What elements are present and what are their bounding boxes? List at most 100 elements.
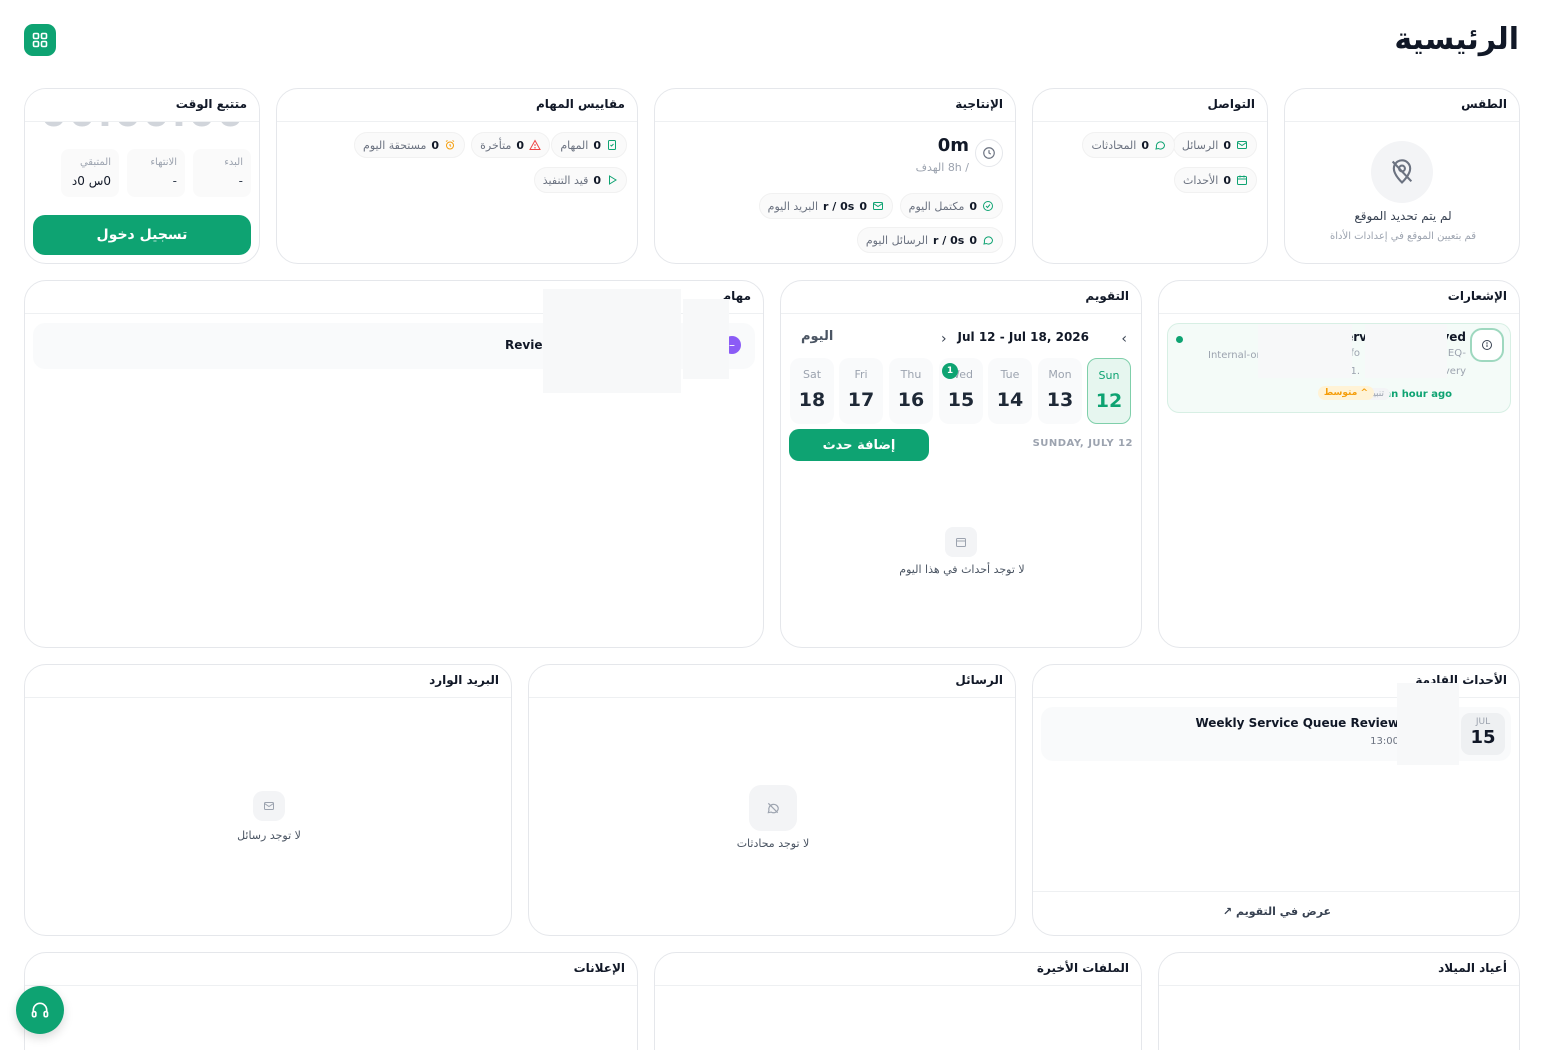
widget-title: التقويم	[781, 281, 1141, 314]
info-icon[interactable]	[1470, 328, 1504, 362]
play-icon	[606, 174, 618, 186]
tasks-label: المهام	[560, 138, 589, 152]
completed-count: 0	[969, 199, 977, 213]
notification-dot	[1176, 336, 1183, 343]
messages-stat[interactable]: 0 الرسائل	[1172, 132, 1257, 158]
calendar-empty-text: لا توجد أحداث في هذا اليوم	[899, 563, 1025, 576]
day-date: 14	[996, 389, 1024, 411]
productivity-widget: الإنتاجية 0m / 8h الهدف 0 مكتمل اليوم 0 …	[654, 88, 1016, 264]
widget-title: الإشعارات	[1159, 281, 1519, 314]
priority-label: متوسط	[1323, 388, 1358, 398]
chevron-right-icon[interactable]: ‹	[1121, 331, 1127, 347]
inbox-empty-text: لا توجد رسائل	[237, 829, 301, 842]
tasks-stat[interactable]: 0 المهام	[551, 132, 627, 158]
events-count: 0	[1223, 173, 1231, 187]
add-event-button[interactable]: إضافة حدث	[789, 429, 929, 461]
remaining-block: المتبقي 0س 0د	[61, 149, 119, 197]
start-value: -	[238, 174, 243, 188]
communication-widget: التواصل 0 الرسائل 0 المحادثات 0 الأحداث	[1032, 88, 1268, 264]
calendar-day[interactable]: Tue 14	[988, 358, 1032, 424]
announcements-widget: الإعلانات	[24, 952, 638, 1050]
tasks-count: 0	[593, 138, 601, 152]
messages-today-rate: r / 0s	[933, 233, 965, 247]
conversations-label: المحادثات	[1091, 138, 1137, 152]
messages-today-count: 0	[969, 233, 977, 247]
calendar-icon	[1236, 174, 1248, 186]
time-tracker-widget: متتبع الوقت 00:00:00 البدء - الانتهاء - …	[24, 88, 260, 264]
email-label: البريد اليوم	[767, 199, 819, 213]
calendar-day[interactable]: Sat 18	[790, 358, 834, 424]
day-name: Fri	[854, 368, 868, 381]
messages-label: الرسائل	[1181, 138, 1219, 152]
calendar-day[interactable]: Sun 12	[1087, 358, 1131, 424]
notification-item[interactable]: ved erv Internal-or : fo EQ- 01. very an…	[1167, 323, 1511, 413]
email-stat[interactable]: 0 r / 0s البريد اليوم	[758, 193, 893, 219]
day-date: 12	[1095, 390, 1123, 412]
widget-title: متتبع الوقت	[25, 89, 259, 122]
headset-icon	[31, 1002, 49, 1018]
remaining-value: 0س 0د	[71, 174, 111, 188]
login-button[interactable]: تسجيل دخول	[33, 215, 251, 255]
alert-triangle-icon	[529, 139, 541, 151]
notification-line-a: Internal-or	[1208, 350, 1261, 361]
calendar-day[interactable]: Fri 17	[839, 358, 883, 424]
calendar-day[interactable]: Mon 13	[1038, 358, 1082, 424]
event-month: JUL	[1475, 717, 1491, 727]
task-metrics-widget: مقاييس المهام 0 المهام 0 متأخرة 0 مستحقة…	[276, 88, 638, 264]
start-label: البدء	[224, 157, 243, 168]
notification-line-e: very	[1443, 366, 1466, 377]
widget-title: الملفات الأخيرة	[655, 953, 1141, 986]
check-circle-icon	[982, 200, 994, 212]
task-overlay	[683, 299, 729, 379]
calendar-icon	[945, 527, 977, 557]
event-title: Weekly Service Queue Review	[1195, 716, 1399, 730]
calendar-day[interactable]: Wed 15 1	[939, 358, 983, 424]
completed-label: مكتمل اليوم	[908, 199, 965, 213]
events-label: الأحداث	[1183, 173, 1219, 187]
productivity-goal: / 8h الهدف	[915, 161, 969, 174]
task-icon	[606, 139, 618, 151]
widget-title: الإنتاجية	[655, 89, 1015, 122]
due-today-label: مستحقة اليوم	[363, 138, 427, 152]
day-date: 13	[1046, 389, 1074, 411]
day-name: Thu	[900, 368, 922, 381]
apps-menu-button[interactable]	[24, 24, 56, 56]
chevron-up-icon: ^	[1360, 388, 1368, 398]
support-button[interactable]	[16, 986, 64, 1034]
completed-stat[interactable]: 0 مكتمل اليوم	[899, 193, 1003, 219]
events-stat[interactable]: 0 الأحداث	[1174, 167, 1257, 193]
day-name: Tue	[1000, 368, 1020, 381]
messages-widget: الرسائل لا توجد محادثات	[528, 664, 1016, 936]
productivity-value: 0m	[937, 135, 969, 156]
widget-title: الإعلانات	[25, 953, 637, 986]
chevron-left-icon[interactable]: ›	[941, 331, 947, 347]
day-date: 15	[947, 389, 975, 411]
mail-icon	[1236, 139, 1248, 151]
page-title: الرئيسية	[1394, 22, 1519, 57]
mail-icon	[872, 200, 884, 212]
in-progress-stat[interactable]: 0 قيد التنفيذ	[533, 167, 627, 193]
widget-title: أعياد الميلاد	[1159, 953, 1519, 986]
today-button[interactable]: اليوم	[801, 329, 833, 344]
view-calendar-link[interactable]: عرض في التقويم ↗	[1033, 891, 1519, 918]
due-today-stat[interactable]: 0 مستحقة اليوم	[354, 132, 465, 158]
overdue-count: 0	[516, 138, 524, 152]
upcoming-events-widget: الأحداث القادمة JUL 15 Weekly Service Qu…	[1032, 664, 1520, 936]
birthdays-widget: أعياد الميلاد	[1158, 952, 1520, 1050]
conversations-stat[interactable]: 0 المحادثات	[1082, 132, 1175, 158]
calendar-range: Jul 12 - Jul 18, 2026	[957, 330, 1089, 344]
notification-overlay	[1258, 324, 1352, 378]
external-link-icon: ↗	[1222, 905, 1233, 918]
overdue-stat[interactable]: 0 متأخرة	[471, 132, 550, 158]
overdue-label: متأخرة	[480, 138, 512, 152]
notification-line-c: EQ-	[1447, 348, 1466, 359]
messages-today-stat[interactable]: 0 r / 0s الرسائل اليوم	[856, 227, 1003, 253]
end-block: الانتهاء -	[127, 149, 185, 197]
weather-widget: الطقس لم يتم تحديد الموقع قم بتعيين المو…	[1284, 88, 1520, 264]
event-count-badge: 1	[942, 363, 958, 379]
start-block: البدء -	[193, 149, 251, 197]
calendar-day[interactable]: Thu 16	[889, 358, 933, 424]
weather-no-location: لم يتم تحديد الموقع	[1354, 209, 1452, 223]
weather-hint: قم بتعيين الموقع في إعدادات الأداة	[1330, 231, 1476, 242]
event-date-badge: JUL 15	[1461, 713, 1505, 755]
